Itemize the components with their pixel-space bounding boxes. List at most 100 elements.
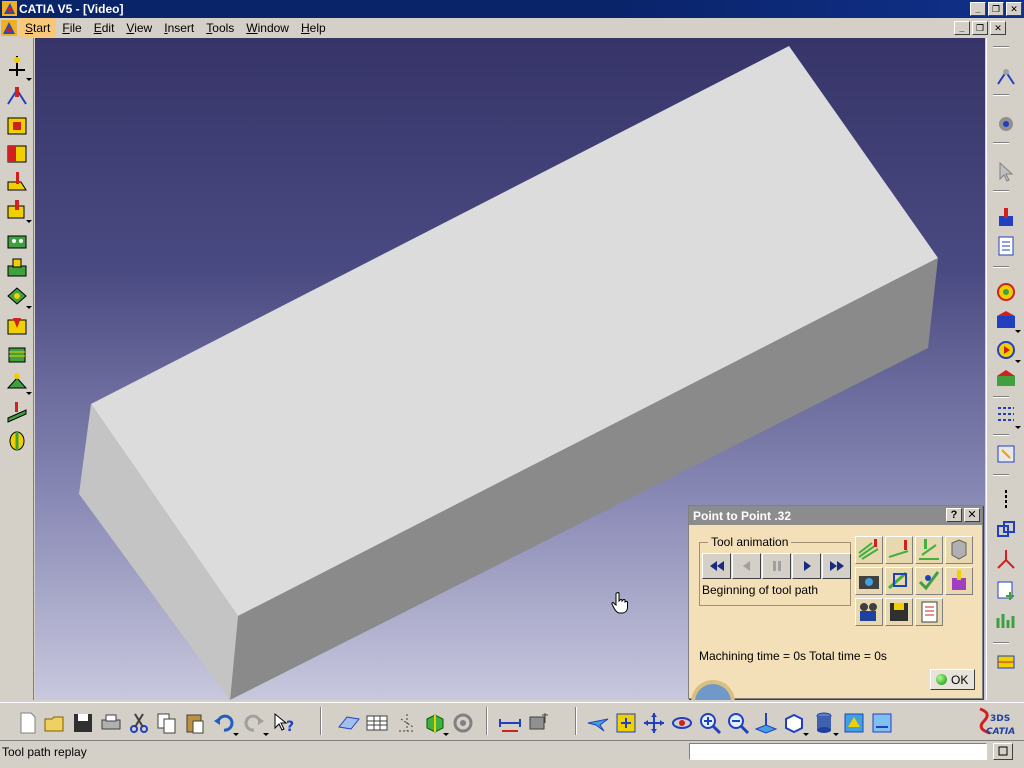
xyz-axis-icon[interactable] — [994, 548, 1018, 572]
sweeping-icon[interactable] — [5, 284, 29, 308]
collision-check-button[interactable] — [945, 567, 973, 595]
video-from-start-button[interactable] — [885, 567, 913, 595]
tool-change-icon[interactable] — [5, 84, 29, 108]
zoom-in-icon[interactable] — [698, 711, 722, 735]
ok-button[interactable]: OK — [930, 669, 975, 690]
close-button[interactable]: ✕ — [1006, 2, 1022, 16]
pocketing-icon[interactable] — [5, 114, 29, 138]
tool-at-end-button[interactable] — [885, 536, 913, 564]
dropdown-arrow-icon[interactable] — [26, 220, 32, 223]
dropdown-arrow-icon[interactable] — [1015, 360, 1021, 363]
doc-minimize-button[interactable]: _ — [954, 21, 970, 35]
dropdown-arrow-icon[interactable] — [803, 733, 809, 736]
spot-drilling-icon[interactable] — [5, 256, 29, 280]
multi-axis-icon[interactable] — [5, 400, 29, 424]
fly-mode-icon[interactable] — [586, 711, 610, 735]
machining-axis-icon[interactable] — [5, 54, 29, 78]
generate-report-button[interactable] — [915, 598, 943, 626]
add-operation-icon[interactable] — [994, 578, 1018, 602]
tool-assembly-icon[interactable] — [994, 206, 1018, 230]
undo-icon[interactable] — [212, 711, 236, 735]
power-input-field[interactable] — [689, 743, 987, 760]
doc-restore-button[interactable]: ❐ — [972, 21, 988, 35]
tool-path-display-icon[interactable] — [994, 650, 1018, 674]
material-removal-icon[interactable] — [994, 366, 1018, 390]
replay-toolpath-icon[interactable] — [994, 280, 1018, 304]
program-tree-icon[interactable] — [994, 402, 1018, 426]
dropdown-arrow-icon[interactable] — [833, 733, 839, 736]
cut-scissors-icon[interactable] — [127, 711, 151, 735]
nc-output-icon[interactable] — [994, 442, 1018, 466]
facing-icon[interactable] — [5, 142, 29, 166]
select-arrow-icon[interactable] — [994, 160, 1018, 184]
pause-button[interactable] — [762, 553, 791, 579]
menu-start[interactable]: Start — [19, 18, 57, 38]
doc-close-button[interactable]: ✕ — [990, 21, 1006, 35]
settings-gear-icon[interactable] — [994, 112, 1018, 136]
measure-item-icon[interactable] — [526, 711, 550, 735]
zoom-out-icon[interactable] — [726, 711, 750, 735]
dropdown-arrow-icon[interactable] — [26, 392, 32, 395]
save-disk-icon[interactable] — [71, 711, 95, 735]
tool-path-grid-button[interactable] — [915, 536, 943, 564]
menu-window[interactable]: Window — [240, 18, 295, 38]
dropdown-arrow-icon[interactable] — [1015, 330, 1021, 333]
dialog-help-button[interactable]: ? — [946, 508, 962, 522]
transform-icon[interactable] — [994, 518, 1018, 542]
redo-icon[interactable] — [242, 711, 266, 735]
print-icon[interactable] — [99, 711, 123, 735]
normal-view-icon[interactable] — [754, 711, 778, 735]
copy-icon[interactable] — [155, 711, 179, 735]
measure-icon[interactable] — [498, 711, 522, 735]
video-icon[interactable] — [994, 338, 1018, 362]
report-icon[interactable] — [994, 234, 1018, 258]
material-cube-icon[interactable] — [423, 711, 447, 735]
tool-path-lines-button[interactable] — [855, 536, 883, 564]
pan-icon[interactable] — [642, 711, 666, 735]
new-file-icon[interactable] — [16, 711, 40, 735]
minimize-button[interactable]: _ — [970, 2, 986, 16]
z-level-icon[interactable] — [5, 342, 29, 366]
dropdown-arrow-icon[interactable] — [233, 733, 239, 736]
open-folder-icon[interactable] — [43, 711, 67, 735]
flank-contouring-icon[interactable] — [5, 428, 29, 452]
menu-tools[interactable]: Tools — [200, 18, 240, 38]
menu-edit[interactable]: Edit — [88, 18, 121, 38]
video-playback-button[interactable] — [855, 598, 883, 626]
roughing-icon[interactable] — [5, 314, 29, 338]
dropdown-arrow-icon[interactable] — [26, 306, 32, 309]
dropdown-arrow-icon[interactable] — [1015, 426, 1021, 429]
restore-button[interactable]: ❐ — [988, 2, 1004, 16]
render-style-icon[interactable] — [812, 711, 836, 735]
menu-file[interactable]: File — [56, 18, 87, 38]
hide-show-icon[interactable] — [842, 711, 866, 735]
chart-analysis-icon[interactable] — [994, 608, 1018, 632]
view-cube-icon[interactable] — [782, 711, 806, 735]
menu-help[interactable]: Help — [295, 18, 332, 38]
axis-system-icon[interactable] — [994, 488, 1018, 512]
power-input-button[interactable] — [993, 743, 1013, 760]
step-backward-button[interactable] — [732, 553, 761, 579]
sketch-plane-icon[interactable] — [337, 711, 361, 735]
fit-all-in-icon[interactable] — [614, 711, 638, 735]
dialog-close-button[interactable]: ✕ — [964, 508, 980, 522]
save-video-button[interactable] — [885, 598, 913, 626]
dropdown-arrow-icon[interactable] — [26, 78, 32, 81]
swap-space-icon[interactable] — [870, 711, 894, 735]
axis-dots-icon[interactable] — [395, 711, 419, 735]
analysis-button[interactable] — [915, 567, 943, 595]
fast-forward-button[interactable] — [822, 553, 851, 579]
profile-contouring-icon[interactable] — [5, 170, 29, 194]
whats-this-help-icon[interactable]: ? — [272, 711, 296, 735]
table-icon[interactable] — [365, 711, 389, 735]
isoparametric-icon[interactable] — [5, 370, 29, 394]
drilling-icon[interactable] — [5, 228, 29, 252]
tool-display-button[interactable] — [945, 536, 973, 564]
curve-following-icon[interactable] — [5, 198, 29, 222]
menu-view[interactable]: View — [120, 18, 158, 38]
dropdown-arrow-icon[interactable] — [263, 733, 269, 736]
rotate-view-icon[interactable] — [670, 711, 694, 735]
simulation-icon[interactable] — [994, 308, 1018, 332]
step-forward-button[interactable] — [792, 553, 821, 579]
menu-insert[interactable]: Insert — [158, 18, 200, 38]
